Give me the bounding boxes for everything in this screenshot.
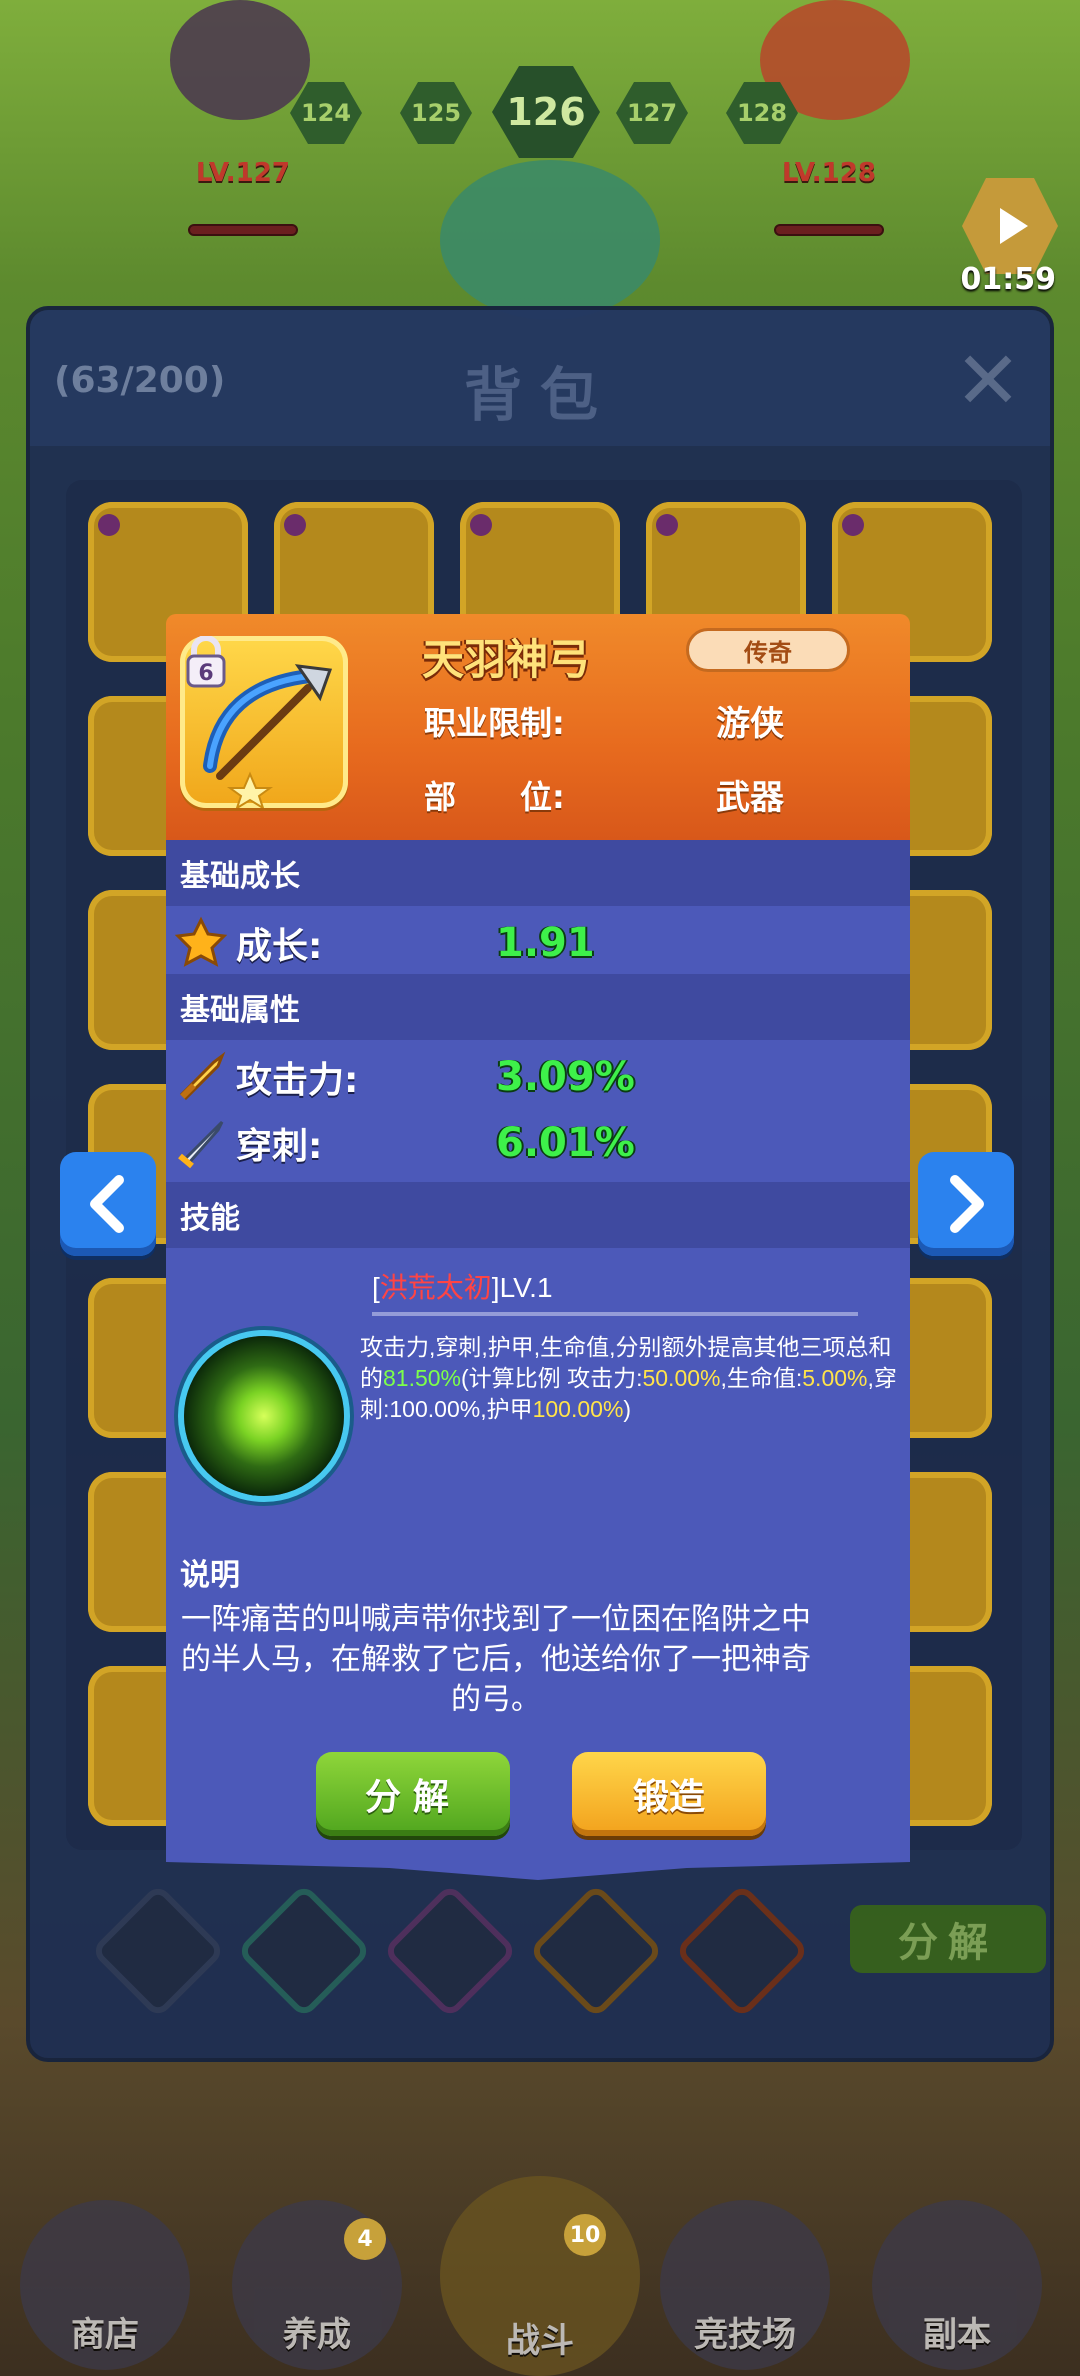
pierce-label: 穿刺:	[236, 1126, 323, 1167]
chevron-left-icon	[90, 1175, 124, 1233]
nav-battle[interactable]: 战斗	[440, 2176, 640, 2376]
lock-icon: 6	[186, 636, 226, 688]
quality-filter-red[interactable]	[674, 1883, 810, 2019]
bag-header: (63/200) 背包 ✕	[30, 310, 1050, 446]
left-hero-hp-bar	[188, 224, 298, 236]
pierce-row: 穿刺: 6.01%	[166, 1110, 910, 1176]
item-name: 天羽神弓	[422, 635, 591, 684]
quality-filter-white[interactable]	[90, 1883, 226, 2019]
card-bottom-edge	[166, 1850, 910, 1880]
skill-name: 洪荒太初	[379, 1272, 492, 1303]
close-icon[interactable]: ✕	[948, 334, 1028, 427]
battle-badge: 10	[564, 2214, 606, 2256]
sword-icon	[179, 1051, 226, 1101]
nav-shop[interactable]: 商店	[20, 2200, 190, 2370]
growth-section-header: 基础成长	[166, 840, 910, 906]
gem-icon	[842, 514, 864, 536]
growth-value: 1.91	[496, 920, 595, 966]
nav-label: 养成	[283, 2315, 351, 2355]
nav-label: 竞技场	[694, 2315, 796, 2355]
battle-timer: 01:59	[960, 262, 1057, 297]
equip-slot-label: 部 位:	[424, 778, 565, 816]
nav-label: 副本	[923, 2315, 991, 2355]
left-hero-level: LV.127	[196, 158, 290, 188]
quality-filter-green[interactable]	[236, 1883, 372, 2019]
rarity-badge: 传奇	[686, 628, 850, 672]
nav-label: 商店	[71, 2315, 139, 2355]
skill-orb-icon	[184, 1336, 344, 1496]
prev-item-button[interactable]	[60, 1152, 156, 1256]
pierce-icon	[178, 1120, 224, 1169]
skill-description: 攻击力,穿刺,护甲,生命值,分别额外提高其他三项总和的81.50%(计算比例 攻…	[360, 1334, 897, 1422]
nav-dungeon[interactable]: 副本	[872, 2200, 1042, 2370]
skill-title: [洪荒太初]LV.1	[372, 1272, 553, 1303]
nav-arena[interactable]: 竞技场	[660, 2200, 830, 2370]
skill-section-header: 技能	[166, 1182, 910, 1248]
next-item-button[interactable]	[918, 1152, 1014, 1256]
item-detail-card: 6 天羽神弓 传奇 职业限制: 游侠 部 位: 武器 基础成长 成长: 1.91…	[166, 614, 910, 1886]
decompose-button[interactable]: 分解	[316, 1752, 510, 1836]
item-header: 6 天羽神弓 传奇 职业限制: 游侠 部 位: 武器	[166, 614, 910, 840]
nav-label: 战斗	[506, 2321, 574, 2361]
gem-icon	[98, 514, 120, 536]
class-restriction-label: 职业限制:	[424, 704, 565, 742]
stage-node-current: 126	[492, 66, 600, 158]
right-hero-hp-bar	[774, 224, 884, 236]
equip-slot-value: 武器	[716, 778, 784, 818]
description-header: 说明	[180, 1558, 240, 1593]
svg-text:6: 6	[198, 661, 213, 686]
bag-filter-bar: 分解	[70, 1883, 1046, 2019]
class-restriction-value: 游侠	[716, 704, 784, 744]
attack-value: 3.09%	[496, 1054, 635, 1100]
item-stats-panel: 基础成长 成长: 1.91 基础属性 攻击力: 3.09% 穿刺: 6.01%	[166, 840, 910, 1850]
gem-icon	[284, 514, 306, 536]
bottom-nav: 商店 养成 4 战斗 10 竞技场 副本	[0, 2170, 1080, 2376]
growth-row: 成长: 1.91	[166, 910, 910, 976]
skill-divider	[372, 1312, 858, 1316]
auto-play-button[interactable]	[962, 178, 1058, 274]
play-icon	[1000, 208, 1028, 244]
growth-icon	[174, 916, 228, 967]
attribute-section-header: 基础属性	[166, 974, 910, 1040]
gem-icon	[656, 514, 678, 536]
stage-node-124: 124	[290, 82, 362, 144]
item-description: 一阵痛苦的叫喊声带你找到了一位困在陷阱之中的半人马，在解救了它后，他送给你了一把…	[181, 1603, 811, 1716]
attack-row: 攻击力: 3.09%	[166, 1044, 910, 1110]
quality-filter-purple[interactable]	[382, 1883, 518, 2019]
center-hero	[440, 160, 660, 320]
quality-filter-orange[interactable]	[528, 1883, 664, 2019]
chevron-right-icon	[950, 1175, 984, 1233]
growth-label: 成长:	[236, 926, 323, 967]
bag-decompose-button[interactable]: 分解	[850, 1905, 1046, 1973]
enemy-hero-left	[170, 0, 310, 120]
stage-node-125: 125	[400, 82, 472, 144]
train-badge: 4	[344, 2218, 386, 2260]
pierce-value: 6.01%	[496, 1120, 635, 1166]
attack-label: 攻击力:	[236, 1060, 359, 1101]
bag-title: 背包	[463, 361, 616, 429]
gem-icon	[470, 514, 492, 536]
right-hero-level: LV.128	[782, 158, 876, 188]
forge-button[interactable]: 锻造	[572, 1752, 766, 1836]
stage-node-127: 127	[616, 82, 688, 144]
